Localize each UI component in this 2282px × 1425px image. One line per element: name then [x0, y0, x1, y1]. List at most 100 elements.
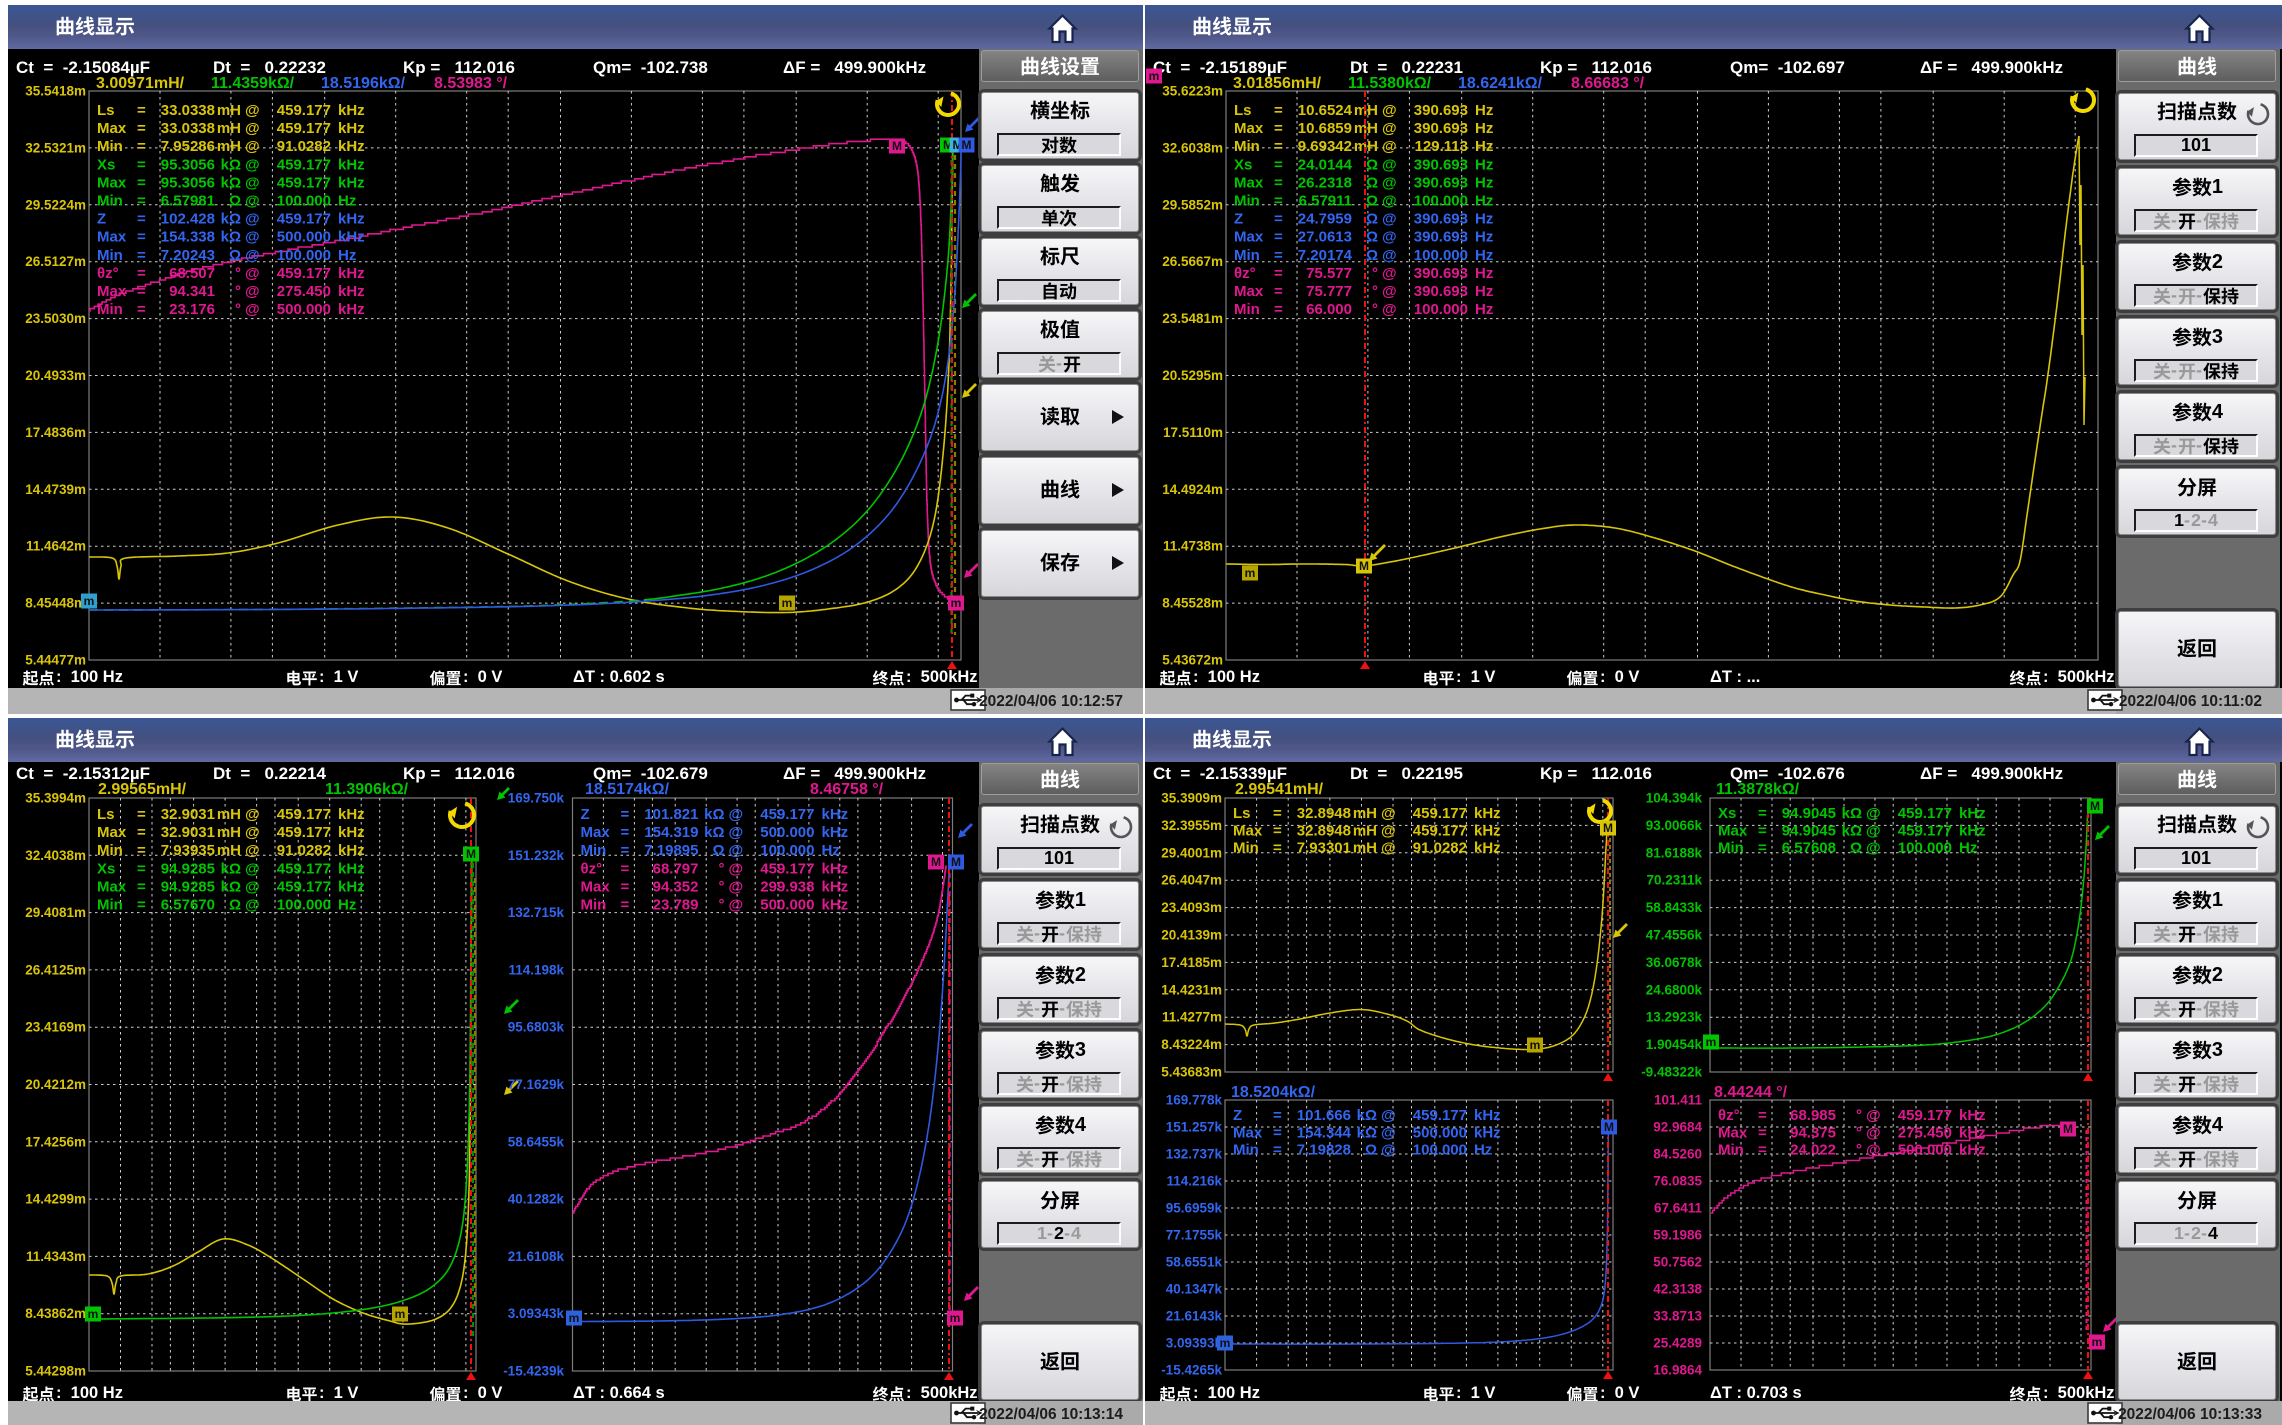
svg-text:m: m	[951, 596, 962, 610]
svg-text:Ω: Ω	[229, 247, 241, 264]
svg-text:-: -	[1059, 1148, 1065, 1168]
svg-text:=: =	[137, 211, 146, 228]
svg-text:@: @	[245, 806, 260, 823]
svg-text:kΩ: kΩ	[1357, 1124, 1377, 1141]
svg-text:459.177: 459.177	[1413, 805, 1467, 822]
svg-text:-: -	[1034, 1073, 1040, 1093]
svg-text:23.5030m: 23.5030m	[25, 311, 86, 326]
svg-text:8.45448m: 8.45448m	[25, 596, 86, 611]
svg-text:Ls: Ls	[1233, 805, 1251, 822]
svg-text:-: -	[1059, 923, 1065, 943]
svg-text:Max: Max	[97, 824, 127, 841]
svg-text:390.693: 390.693	[1414, 229, 1468, 246]
svg-text:=: =	[1758, 1107, 1767, 1124]
svg-text:=: =	[1273, 1124, 1282, 1141]
svg-text:Hz: Hz	[1475, 301, 1493, 318]
svg-text:390.693: 390.693	[1414, 211, 1468, 228]
svg-text:=: =	[137, 156, 146, 173]
svg-text:-: -	[2171, 210, 2177, 230]
svg-text:Min: Min	[1234, 247, 1260, 264]
svg-text:4: 4	[2211, 401, 2222, 423]
svg-text:@: @	[1382, 193, 1397, 210]
svg-text:Ω: Ω	[1366, 193, 1378, 210]
svg-text:390.693: 390.693	[1414, 265, 1468, 282]
svg-text:M: M	[1603, 821, 1613, 835]
svg-text:101: 101	[2181, 135, 2211, 155]
svg-text:-: -	[2171, 1148, 2177, 1168]
svg-text:@: @	[1381, 1124, 1396, 1141]
svg-text:36.0678k: 36.0678k	[1646, 955, 1703, 970]
svg-text:Min: Min	[97, 138, 123, 155]
svg-text:kHz: kHz	[822, 806, 849, 823]
svg-text:100.000: 100.000	[1898, 840, 1952, 857]
svg-text:Hz: Hz	[1959, 840, 1977, 857]
svg-text:M: M	[1359, 559, 1369, 573]
svg-text:25.4289: 25.4289	[1653, 1336, 1702, 1351]
svg-text:500.000: 500.000	[1413, 1124, 1467, 1141]
svg-text:4: 4	[2211, 1114, 2222, 1136]
svg-text:@: @	[1382, 247, 1397, 264]
svg-text:Hz: Hz	[1475, 247, 1493, 264]
svg-text:26.5127m: 26.5127m	[25, 254, 86, 269]
svg-text:=: =	[137, 120, 146, 137]
svg-text:=: =	[621, 842, 630, 859]
svg-text:11.4277m: 11.4277m	[1162, 1010, 1222, 1025]
svg-text:24.0144: 24.0144	[1298, 156, 1353, 173]
svg-text:=: =	[137, 897, 146, 914]
svg-text:=: =	[1273, 1107, 1282, 1124]
svg-text:94.9285: 94.9285	[161, 878, 215, 895]
svg-text:=: =	[137, 193, 146, 210]
svg-text:=: =	[1273, 805, 1282, 822]
svg-text:58.6455k: 58.6455k	[508, 1134, 565, 1149]
svg-text:7.19895: 7.19895	[644, 842, 698, 859]
svg-text:4: 4	[2208, 1223, 2218, 1243]
svg-text:114.198k: 114.198k	[508, 962, 564, 977]
svg-text:Max: Max	[1718, 822, 1748, 839]
svg-text:°: °	[1856, 1124, 1862, 1141]
svg-text:kHz: kHz	[338, 860, 365, 877]
svg-text:14.4231m: 14.4231m	[1161, 982, 1222, 997]
svg-text:kHz: kHz	[338, 229, 365, 246]
svg-text:459.177: 459.177	[1898, 1107, 1952, 1124]
svg-text:7.20243: 7.20243	[161, 247, 215, 264]
svg-text:1: 1	[2174, 1223, 2184, 1243]
svg-text:kHz: kHz	[822, 897, 849, 914]
svg-text:°: °	[719, 860, 725, 877]
svg-text:Max: Max	[1234, 229, 1264, 246]
svg-text:@: @	[245, 211, 260, 228]
svg-text:M: M	[931, 855, 941, 869]
svg-text:Z: Z	[1233, 1107, 1242, 1124]
svg-text:-: -	[2171, 923, 2177, 943]
svg-text:-: -	[2196, 210, 2202, 230]
svg-text:459.177: 459.177	[277, 806, 331, 823]
svg-text:-9.48322k: -9.48322k	[1641, 1065, 1702, 1080]
svg-text:129.113: 129.113	[1415, 138, 1468, 155]
svg-text:32.9031: 32.9031	[161, 806, 215, 823]
svg-text:Max: Max	[97, 283, 127, 300]
svg-text:=: =	[621, 824, 630, 841]
svg-text:@: @	[1866, 1124, 1881, 1141]
svg-text:Min: Min	[1718, 1142, 1744, 1159]
svg-text:kΩ: kΩ	[221, 860, 241, 877]
svg-text:94.375: 94.375	[1790, 1124, 1836, 1141]
svg-text:Min: Min	[1234, 301, 1260, 318]
svg-text:kHz: kHz	[1959, 1124, 1986, 1141]
svg-text:459.177: 459.177	[1413, 1107, 1467, 1124]
svg-text:459.177: 459.177	[760, 860, 814, 877]
svg-text:47.4556k: 47.4556k	[1646, 928, 1703, 943]
svg-text:@: @	[1382, 283, 1397, 300]
svg-text:@: @	[1381, 1107, 1396, 1124]
svg-text:=: =	[137, 102, 146, 119]
svg-text:=: =	[137, 824, 146, 841]
svg-text:4: 4	[1071, 1223, 1081, 1243]
svg-text:-: -	[1056, 353, 1062, 373]
svg-text:-: -	[1034, 998, 1040, 1018]
svg-text:=: =	[137, 138, 146, 155]
svg-text:29.4001m: 29.4001m	[1161, 845, 1222, 860]
svg-text:58.8433k: 58.8433k	[1646, 900, 1703, 915]
svg-text:Z: Z	[581, 806, 590, 823]
svg-text:@: @	[729, 878, 744, 895]
svg-text:-: -	[2196, 1148, 2202, 1168]
svg-text:390.693: 390.693	[1414, 156, 1468, 173]
svg-text:°: °	[719, 878, 725, 895]
